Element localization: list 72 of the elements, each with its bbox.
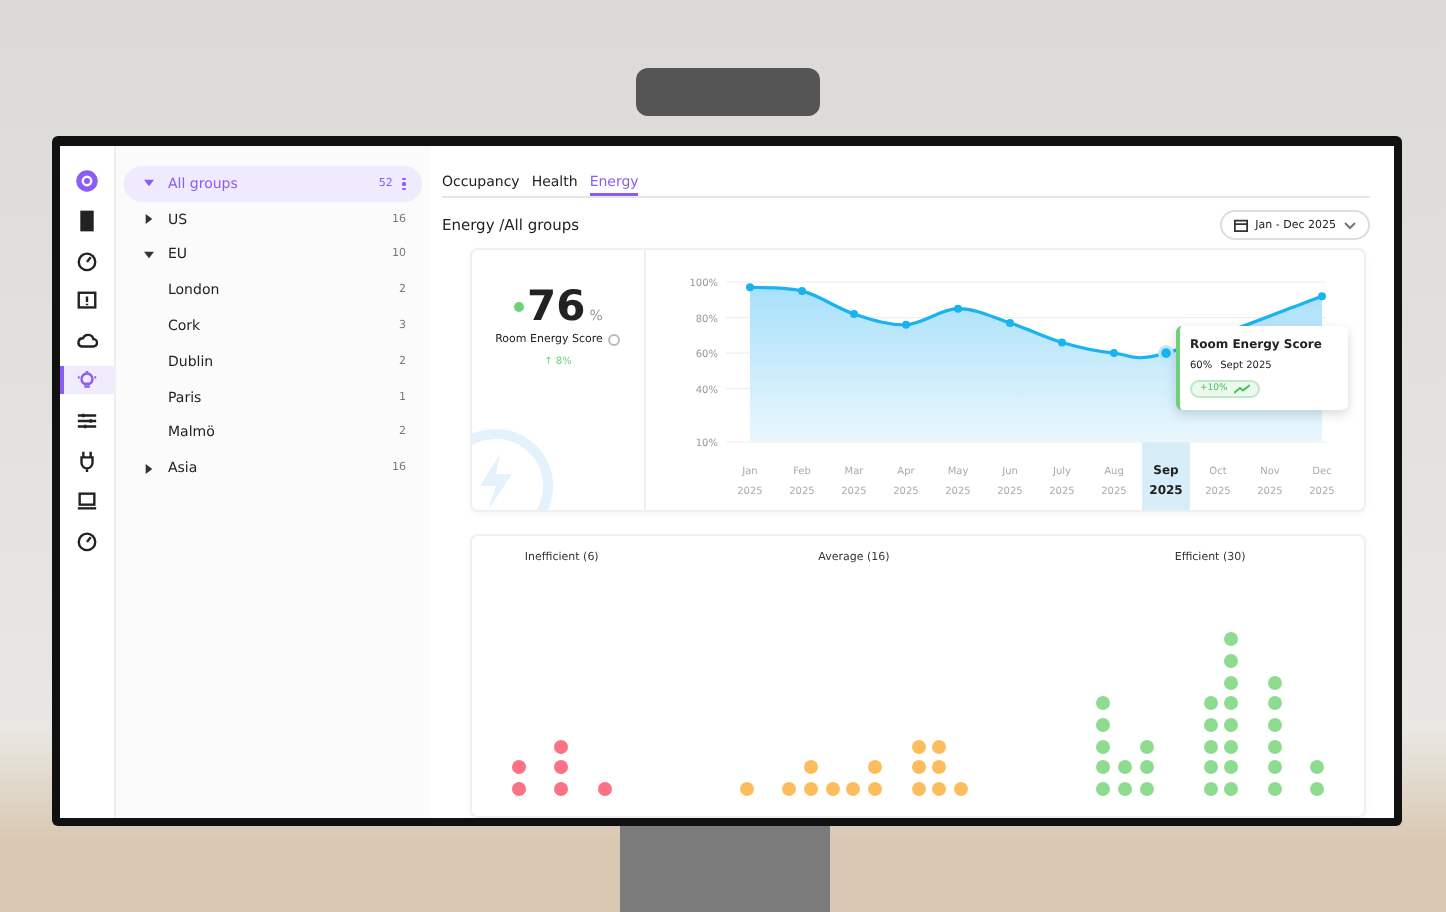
room-dot[interactable] <box>911 739 925 754</box>
data-point[interactable] <box>1058 338 1066 347</box>
data-point[interactable] <box>902 320 910 329</box>
room-dot[interactable] <box>554 760 569 775</box>
room-dot[interactable] <box>932 782 947 796</box>
room-dot[interactable] <box>1117 782 1132 796</box>
bulb-nav-icon[interactable] <box>60 366 114 394</box>
room-dot[interactable] <box>1203 739 1218 754</box>
data-point[interactable] <box>1110 349 1118 358</box>
room-dot[interactable] <box>1267 675 1282 690</box>
room-dot[interactable] <box>1139 782 1153 796</box>
selected-month-highlight <box>1142 442 1190 510</box>
room-dot[interactable] <box>1224 739 1239 754</box>
caret-icon <box>144 463 154 474</box>
chevron-down-icon <box>1344 221 1356 229</box>
room-dot[interactable] <box>932 760 947 775</box>
room-dot[interactable] <box>953 782 968 796</box>
data-point[interactable] <box>954 304 962 313</box>
room-dot[interactable] <box>804 760 819 775</box>
room-dot[interactable] <box>1310 782 1324 796</box>
data-point[interactable] <box>850 310 858 318</box>
room-dot[interactable] <box>1139 760 1153 775</box>
room-dot[interactable] <box>782 782 797 796</box>
room-dot[interactable] <box>740 782 754 796</box>
room-dot[interactable] <box>1096 696 1111 711</box>
room-dot[interactable] <box>1096 739 1111 754</box>
room-dot[interactable] <box>1267 696 1282 711</box>
room-dot[interactable] <box>932 739 947 754</box>
room-dot[interactable] <box>846 782 861 796</box>
room-dot[interactable] <box>554 739 569 754</box>
room-dot[interactable] <box>1224 717 1239 732</box>
room-dot[interactable] <box>512 760 526 775</box>
room-dot[interactable] <box>911 782 925 796</box>
room-dot[interactable] <box>1203 696 1218 711</box>
room-dot[interactable] <box>1117 760 1132 775</box>
data-point[interactable] <box>1318 292 1326 301</box>
room-dot[interactable] <box>1267 717 1282 732</box>
calendar-icon <box>1233 218 1248 232</box>
room-dot[interactable] <box>1096 717 1111 732</box>
room-dot[interactable] <box>1310 760 1324 775</box>
room-dot[interactable] <box>868 782 883 796</box>
room-dot[interactable] <box>911 760 925 775</box>
data-point[interactable] <box>798 286 806 295</box>
room-dot[interactable] <box>1224 653 1239 668</box>
data-point[interactable] <box>746 283 754 292</box>
room-dot[interactable] <box>1267 760 1282 775</box>
score-value: 76 <box>527 282 586 330</box>
room-dot[interactable] <box>868 760 883 775</box>
room-dot[interactable] <box>1096 760 1111 775</box>
room-dot[interactable] <box>1224 675 1239 690</box>
room-dot[interactable] <box>1224 696 1239 711</box>
room-dot[interactable] <box>825 782 840 796</box>
room-dot[interactable] <box>512 782 526 796</box>
caret-icon <box>144 249 154 260</box>
room-dot[interactable] <box>1203 717 1218 732</box>
caret-icon <box>144 214 154 225</box>
data-point[interactable] <box>1158 345 1174 361</box>
room-dot[interactable] <box>804 782 819 796</box>
room-dot[interactable] <box>1267 782 1282 796</box>
room-dot[interactable] <box>1224 782 1239 796</box>
info-icon[interactable] <box>608 334 621 346</box>
room-dot[interactable] <box>1224 632 1239 647</box>
room-dot[interactable] <box>1096 782 1111 796</box>
caret-icon <box>144 178 154 189</box>
room-dot[interactable] <box>554 782 569 796</box>
data-point[interactable] <box>1006 318 1014 327</box>
room-dot[interactable] <box>597 782 612 796</box>
room-dot[interactable] <box>1224 760 1239 775</box>
room-dot[interactable] <box>1203 782 1218 796</box>
room-dot[interactable] <box>1203 760 1218 775</box>
room-dot[interactable] <box>1267 739 1282 754</box>
room-dot[interactable] <box>1139 739 1153 754</box>
